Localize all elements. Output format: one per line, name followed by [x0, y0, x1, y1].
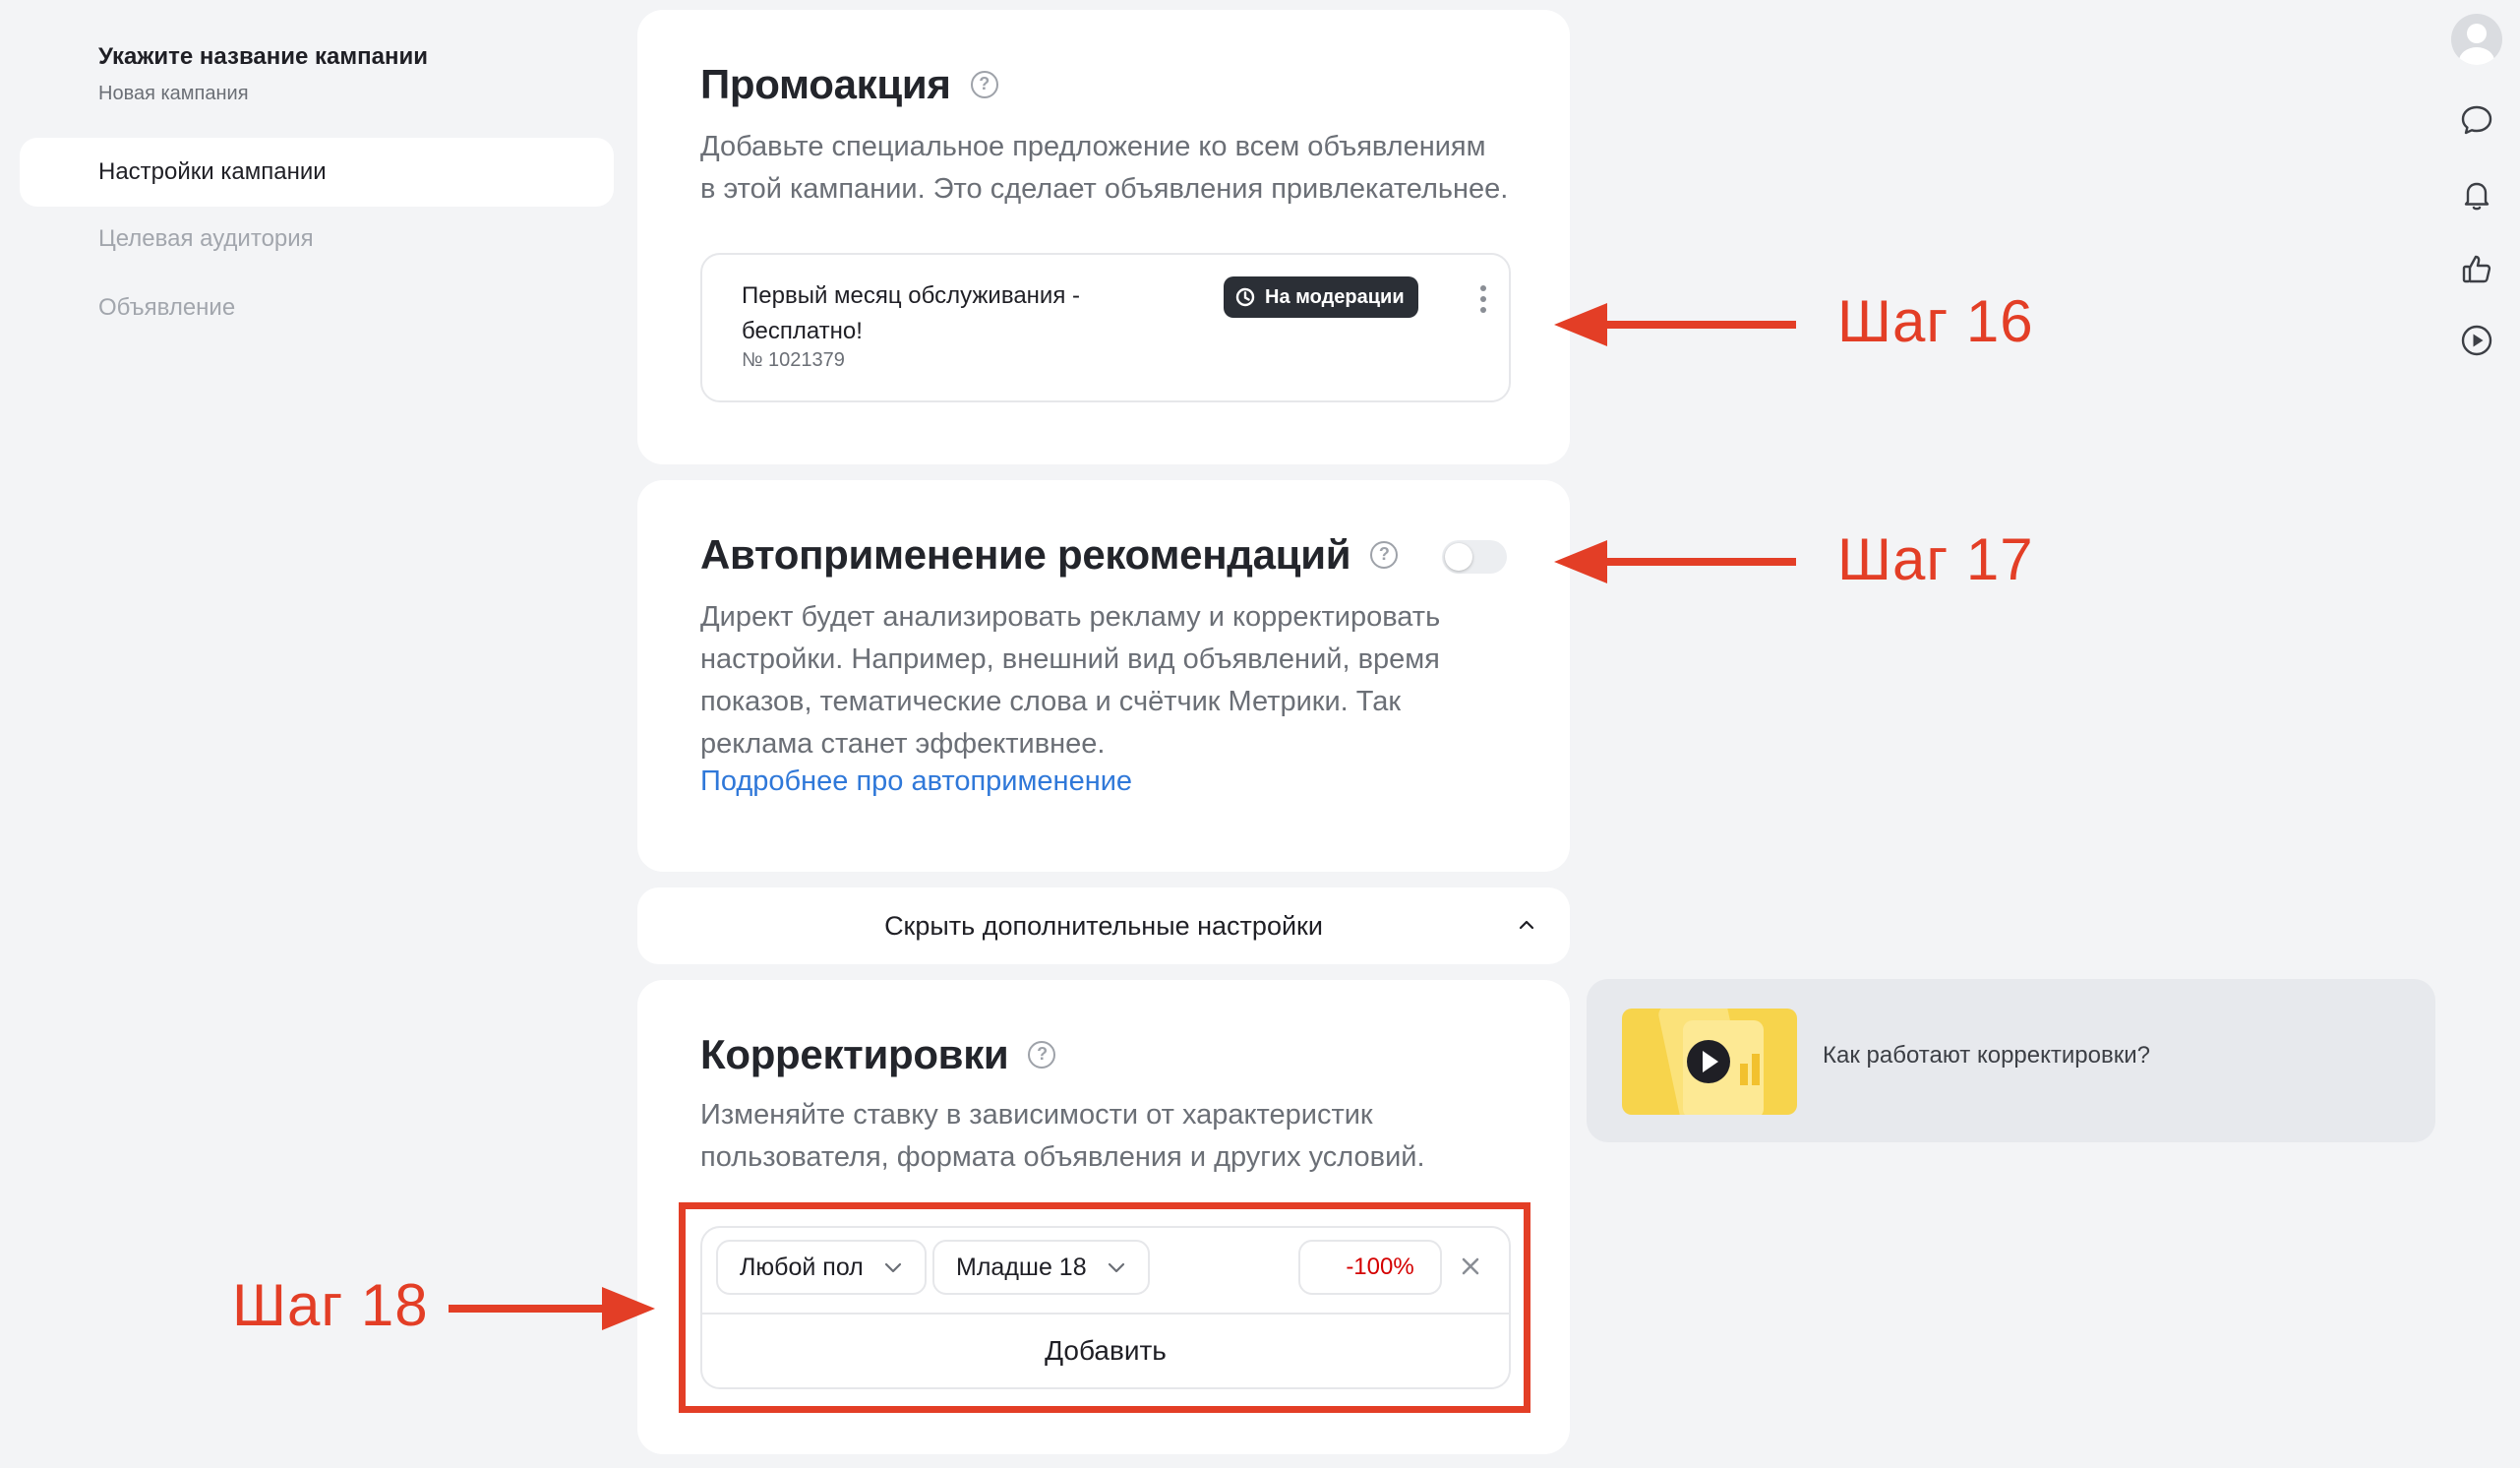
promo-item-number: № 1021379 [742, 349, 845, 371]
age-select-value: Младше 18 [956, 1253, 1087, 1281]
adjustment-value: -100% [1346, 1254, 1414, 1280]
step-17-label: Шаг 17 [1837, 526, 2034, 592]
adjustments-heading: Корректировки ? [700, 1031, 1056, 1078]
promo-item-name-line: Первый месяц обслуживания - [742, 282, 1080, 309]
phone-illustration [1658, 1009, 1764, 1115]
campaign-subtitle: Новая кампания [98, 83, 249, 104]
chevron-down-icon [1108, 1262, 1124, 1273]
step-16-arrow [1554, 303, 1796, 346]
sidebar: Укажите название кампании Новая кампания… [0, 0, 630, 1468]
adjustment-value-input[interactable]: -100% [1298, 1240, 1442, 1295]
kebab-menu-icon[interactable] [1479, 284, 1487, 316]
nav-item-ad[interactable]: Объявление [20, 274, 614, 342]
help-circle-icon[interactable]: ? [1028, 1041, 1056, 1069]
close-icon[interactable] [1456, 1252, 1485, 1281]
toggle-knob [1445, 543, 1472, 571]
step-18-label: Шаг 18 [232, 1272, 429, 1338]
promo-heading: Промоакция ? [700, 61, 998, 108]
promo-description-line: Добавьте специальное предложение ко всем… [700, 131, 1486, 162]
age-select[interactable]: Младше 18 [932, 1240, 1150, 1295]
promo-description: Добавьте специальное предложение ко всем… [700, 126, 1508, 211]
step-16-label: Шаг 16 [1837, 288, 2034, 354]
video-thumbnail [1622, 1009, 1797, 1115]
adjustments-description-line: пользователя, формата объявления и други… [700, 1141, 1425, 1173]
help-circle-icon[interactable]: ? [1370, 541, 1399, 569]
help-circle-icon[interactable]: ? [970, 71, 998, 98]
status-badge: На модерации [1224, 276, 1418, 318]
status-badge-label: На модерации [1265, 285, 1405, 308]
chevron-up-icon [1519, 920, 1534, 930]
gender-select-value: Любой пол [740, 1253, 864, 1281]
autoapply-description-line: показов, тематические слова и счётчик Ме… [700, 686, 1402, 717]
autoapply-description-line: настройки. Например, внешний вид объявле… [700, 643, 1440, 675]
campaign-title[interactable]: Укажите название кампании [98, 43, 428, 71]
chat-icon[interactable] [2455, 98, 2498, 142]
video-hint-card[interactable]: Как работают корректировки? [1587, 979, 2435, 1142]
step-17-arrow [1554, 540, 1796, 583]
adjustments-title: Корректировки [700, 1031, 1009, 1077]
thumbs-up-icon[interactable] [2455, 248, 2498, 291]
adjustments-description: Изменяйте ставку в зависимости от характ… [700, 1094, 1425, 1179]
avatar-icon[interactable] [2451, 14, 2502, 65]
step-18-arrow [449, 1287, 655, 1330]
autoapply-description: Директ будет анализировать рекламу и кор… [700, 596, 1440, 765]
autoapply-title: Автоприменение рекомендаций [700, 531, 1351, 578]
promo-description-line: в этой кампании. Это сделает объявления … [700, 173, 1509, 205]
nav-item-target-audience[interactable]: Целевая аудитория [20, 205, 614, 274]
chevron-down-icon [884, 1262, 901, 1273]
hide-settings-label: Скрыть дополнительные настройки [884, 910, 1323, 941]
autoapply-description-line: Директ будет анализировать рекламу и кор… [700, 601, 1441, 633]
autoapply-description-line: реклама станет эффективнее. [700, 728, 1106, 760]
adjustment-row: Любой пол Младше 18 -100% Добавить [700, 1226, 1511, 1389]
promo-item-name-line: бесплатно! [742, 318, 863, 344]
hide-settings-button[interactable]: Скрыть дополнительные настройки [637, 887, 1570, 964]
add-adjustment-button[interactable]: Добавить [702, 1315, 1509, 1387]
autoapply-card: Автоприменение рекомендаций ? Директ буд… [637, 480, 1570, 872]
autoapply-heading: Автоприменение рекомендаций ? [700, 531, 1399, 579]
play-circle-icon[interactable] [2455, 319, 2498, 362]
autoapply-toggle[interactable] [1442, 540, 1507, 574]
bell-icon[interactable] [2455, 173, 2498, 216]
gender-select[interactable]: Любой пол [716, 1240, 927, 1295]
clock-icon [1235, 287, 1255, 307]
video-hint-label: Как работают корректировки? [1823, 1042, 2150, 1069]
nav-item-campaign-settings[interactable]: Настройки кампании [20, 138, 614, 207]
promo-item[interactable]: Первый месяц обслуживания - бесплатно! №… [700, 253, 1511, 402]
adjustments-description-line: Изменяйте ставку в зависимости от характ… [700, 1099, 1373, 1131]
autoapply-more-link[interactable]: Подробнее про автоприменение [700, 765, 1132, 798]
promo-item-name: Первый месяц обслуживания - бесплатно! [742, 278, 1155, 349]
promo-title: Промоакция [700, 61, 951, 107]
